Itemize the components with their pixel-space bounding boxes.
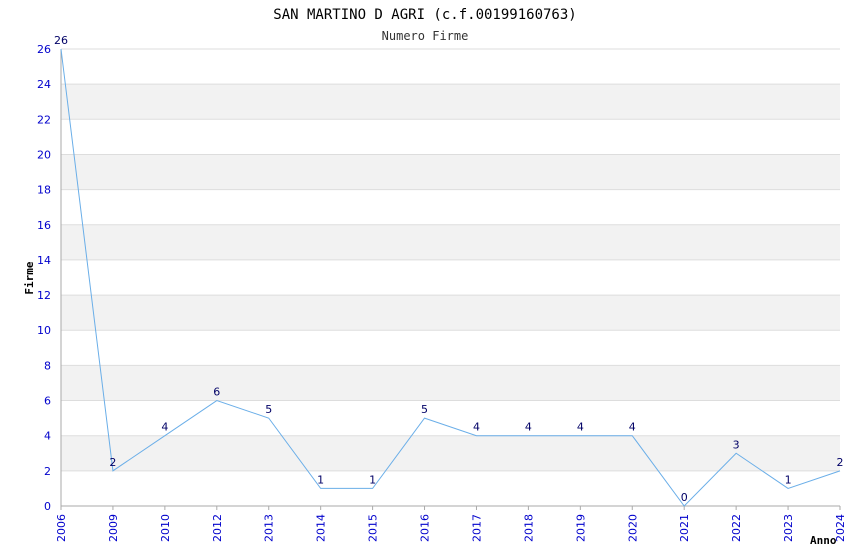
x-tick-labels: 2006 2009 2010 2012 2013 2014 2015 2016 2017 2018…: [55, 506, 847, 542]
y-tick-label: 26: [37, 43, 51, 56]
x-tick-label: 2023: [782, 514, 795, 542]
background-band: [61, 365, 840, 401]
x-tick-label: 2020: [626, 514, 639, 542]
y-tick-label: 16: [37, 219, 51, 232]
y-tick-label: 6: [44, 395, 51, 408]
y-tick-label: 14: [37, 254, 51, 267]
line-chart: 02468101214161820222426 2006 2009 2010 2012…: [23, 7, 847, 547]
background-band: [61, 295, 840, 331]
data-label: 1: [369, 473, 376, 486]
background-band: [61, 224, 840, 260]
chart-title: SAN MARTINO D AGRI (c.f.00199160763): [273, 7, 576, 23]
x-axis-title: Anno: [810, 534, 837, 547]
x-tick-label: 2021: [678, 514, 691, 542]
data-label: 4: [577, 421, 584, 434]
y-tick-label: 12: [37, 289, 51, 302]
y-tick-label: 24: [37, 78, 51, 91]
data-label: 2: [109, 456, 116, 469]
background-band: [61, 259, 840, 296]
background-band: [61, 154, 840, 190]
x-tick-label: 2016: [419, 514, 432, 542]
data-label: 4: [161, 421, 168, 434]
y-axis-title: Firme: [23, 261, 36, 294]
background-band: [61, 49, 840, 85]
background-bands: [61, 49, 840, 506]
y-tick-label: 10: [37, 324, 51, 337]
background-band: [61, 330, 840, 366]
background-band: [61, 189, 840, 225]
data-label: 0: [681, 491, 688, 504]
data-label: 1: [785, 473, 792, 486]
x-tick-label: 2017: [470, 514, 483, 542]
data-label: 1: [317, 473, 324, 486]
x-tick-label: 2018: [522, 514, 535, 542]
y-tick-label: 20: [37, 148, 51, 161]
y-tick-label: 2: [44, 465, 51, 478]
y-tick-label: 18: [37, 184, 51, 197]
x-tick-label: 2013: [263, 514, 276, 542]
y-tick-label: 22: [37, 113, 51, 126]
data-label: 4: [525, 421, 532, 434]
data-label: 4: [473, 421, 480, 434]
data-label: 5: [265, 403, 272, 416]
data-label: 5: [421, 403, 428, 416]
chart-subtitle: Numero Firme: [382, 29, 469, 43]
background-band: [61, 400, 840, 436]
y-tick-labels: 02468101214161820222426: [37, 43, 51, 513]
x-tick-label: 2006: [55, 514, 68, 542]
background-band: [61, 84, 840, 120]
x-tick-label: 2022: [730, 514, 743, 542]
x-tick-label: 2014: [315, 514, 328, 542]
y-tick-label: 0: [44, 500, 51, 513]
background-band: [61, 119, 840, 155]
y-tick-label: 4: [44, 430, 51, 443]
x-tick-label: 2012: [211, 514, 224, 542]
x-tick-label: 2015: [367, 514, 380, 542]
data-label: 6: [213, 386, 220, 399]
x-tick-label: 2019: [574, 514, 587, 542]
x-tick-label: 2009: [107, 514, 120, 542]
data-label: 2: [837, 456, 844, 469]
x-tick-label: 2010: [159, 514, 172, 542]
data-label: 4: [629, 421, 636, 434]
background-band: [61, 470, 840, 506]
data-label: 3: [733, 438, 740, 451]
y-tick-label: 8: [44, 359, 51, 372]
data-label: 26: [54, 34, 68, 47]
background-band: [61, 435, 840, 471]
